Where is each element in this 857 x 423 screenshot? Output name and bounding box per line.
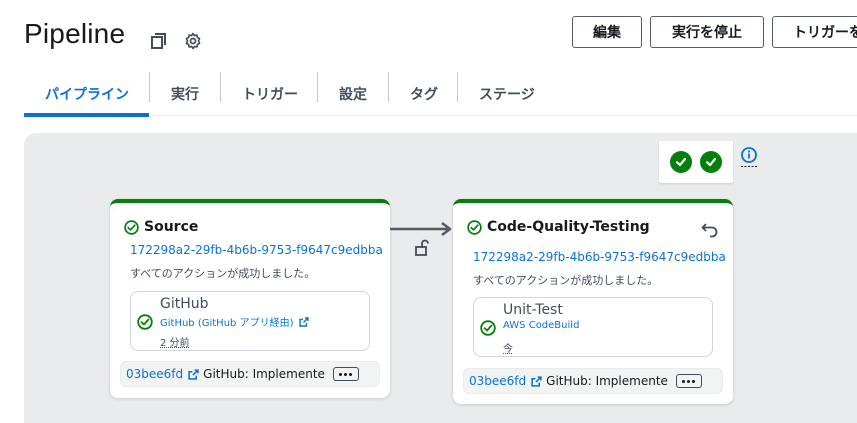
success-check-icon	[480, 320, 496, 336]
tab-separator	[317, 72, 318, 102]
stage-card-source: Source 172298a2-29fb-4b6b-9753-f9647c9ed…	[110, 199, 390, 398]
source-revision: 03bee6fd GitHub: Implemente	[463, 368, 723, 394]
pipeline-status-summary	[659, 141, 733, 183]
revision-message: GitHub: Implemente	[546, 374, 668, 388]
execution-id-link[interactable]: 172298a2-29fb-4b6b-9753-f9647c9edbba	[130, 243, 383, 257]
revision-id-link[interactable]: 03bee6fd	[469, 374, 526, 388]
tab-settings[interactable]: 設定	[339, 72, 367, 116]
stage-header: Source	[124, 219, 198, 235]
stage-name: Source	[144, 219, 199, 235]
page-title: Pipeline	[24, 18, 126, 49]
source-revision: 03bee6fd GitHub: Implemente	[120, 361, 380, 387]
external-link-icon	[531, 375, 542, 387]
tab-executions[interactable]: 実行	[171, 72, 199, 116]
gear-icon[interactable]	[184, 32, 202, 50]
stage-status-message: すべてのアクションが成功しました。	[130, 267, 316, 280]
tab-triggers[interactable]: トリガー	[242, 72, 298, 116]
tab-stages[interactable]: ステージ	[479, 72, 535, 116]
tab-separator	[220, 72, 221, 102]
active-tab-indicator	[24, 113, 149, 117]
stage-name: Code-Quality-Testing	[487, 219, 650, 235]
success-check-icon	[124, 219, 139, 235]
info-icon[interactable]	[740, 146, 758, 168]
copy-icon[interactable]	[150, 32, 168, 50]
execution-id-link[interactable]: 172298a2-29fb-4b6b-9753-f9647c9edbba	[473, 250, 726, 264]
tab-pipeline[interactable]: パイプライン	[45, 72, 129, 116]
more-options-button[interactable]	[675, 374, 702, 388]
more-options-button[interactable]	[332, 367, 359, 381]
stage-card-code-quality-testing: Code-Quality-Testing 172298a2-29fb-4b6b-…	[453, 199, 733, 404]
action-provider-label: AWS CodeBuild	[503, 320, 580, 331]
rollback-icon[interactable]	[701, 220, 719, 238]
edit-button[interactable]: 編集	[572, 16, 642, 48]
action-name: Unit-Test	[503, 302, 563, 318]
action-provider-label: GitHub (GitHub アプリ経由)	[160, 318, 294, 329]
success-check-icon	[700, 151, 722, 173]
stage-header: Code-Quality-Testing	[467, 219, 650, 235]
success-check-icon	[670, 151, 692, 173]
tab-tags[interactable]: タグ	[410, 72, 438, 116]
action-card: GitHub GitHub (GitHub アプリ経由) 2 分前	[130, 291, 370, 351]
tab-separator	[388, 72, 389, 102]
transition-lock-icon[interactable]	[414, 239, 430, 257]
action-timestamp: 2 分前	[160, 338, 190, 349]
stop-execution-button[interactable]: 実行を停止	[650, 16, 764, 48]
action-provider-link[interactable]: GitHub (GitHub アプリ経由)	[160, 314, 310, 329]
tab-separator	[149, 72, 150, 102]
external-link-icon	[299, 316, 310, 327]
tab-separator	[457, 72, 458, 102]
action-name: GitHub	[160, 296, 209, 312]
action-card: Unit-Test AWS CodeBuild 今	[473, 297, 713, 357]
external-link-icon	[188, 368, 199, 380]
action-timestamp: 今	[503, 344, 513, 355]
stage-status-message: すべてのアクションが成功しました。	[473, 274, 659, 287]
transition-arrow	[390, 222, 452, 236]
revision-message: GitHub: Implemente	[203, 367, 325, 381]
revision-id-link[interactable]: 03bee6fd	[126, 367, 183, 381]
success-check-icon	[467, 219, 482, 235]
trigger-button[interactable]: トリガーを	[772, 16, 857, 48]
action-provider-link[interactable]: AWS CodeBuild	[503, 320, 579, 331]
success-check-icon	[137, 314, 153, 330]
